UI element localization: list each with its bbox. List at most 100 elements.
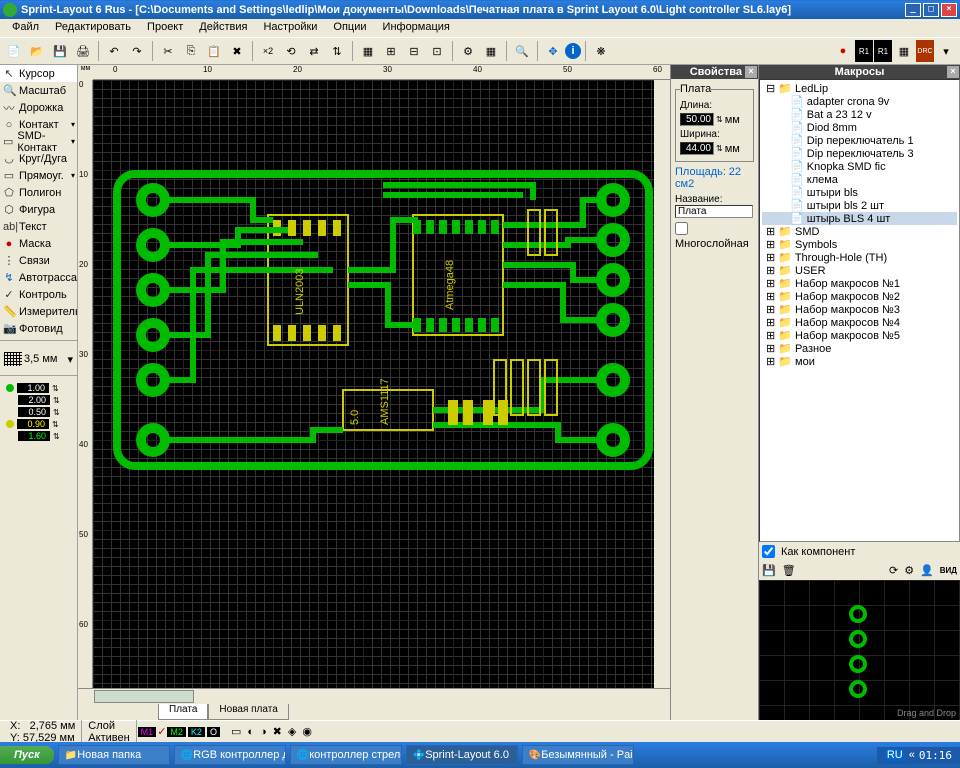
copy-icon[interactable]: ⎘ — [180, 40, 202, 62]
tool-Связи[interactable]: ⋮Связи — [0, 252, 77, 269]
mirror-h-icon[interactable]: ⇄ — [303, 40, 325, 62]
tool-Контроль[interactable]: ✓Контроль — [0, 286, 77, 303]
via-shape-icon[interactable] — [6, 420, 14, 428]
multilayer-checkbox[interactable] — [675, 222, 688, 235]
menu-file[interactable]: Файл — [4, 19, 47, 37]
overlay-icon[interactable]: ▦ — [893, 40, 915, 62]
tool-icon[interactable]: ✖ — [273, 725, 282, 738]
paste-icon[interactable]: 📋 — [203, 40, 225, 62]
layer-k2[interactable]: K2 — [188, 727, 205, 737]
tool-Курсор[interactable]: ↖Курсор — [0, 65, 77, 82]
tool-Круг/Дуга[interactable]: ◡Круг/Дуга — [0, 150, 77, 167]
taskbar-item[interactable]: 💠 Sprint-Layout 6.0 — [406, 745, 518, 765]
x2-icon[interactable]: ×2 — [257, 40, 279, 62]
dropdown-icon[interactable]: ▾ — [935, 40, 957, 62]
drc-icon[interactable]: DRC — [916, 40, 934, 62]
mirror-v-icon[interactable]: ⇅ — [326, 40, 348, 62]
maximize-button[interactable]: □ — [923, 3, 939, 17]
tab-board-2[interactable]: Новая плата — [208, 704, 288, 720]
new-icon[interactable]: 📄 — [3, 40, 25, 62]
menu-actions[interactable]: Действия — [191, 19, 255, 37]
delete-icon[interactable]: 🗑 — [782, 564, 796, 577]
name-input[interactable] — [675, 205, 753, 218]
tool-SMD-Контакт[interactable]: ▭SMD-Контакт▾ — [0, 133, 77, 150]
scrollbar-horizontal[interactable] — [78, 688, 670, 704]
gear-icon[interactable]: ⚙ — [904, 564, 914, 577]
width-2[interactable]: 2.00 — [18, 395, 50, 405]
layer-m2[interactable]: M2 — [167, 727, 186, 737]
refresh-icon[interactable]: ⟳ — [889, 564, 898, 577]
cut-icon[interactable]: ✂ — [157, 40, 179, 62]
rotate-icon[interactable]: ⟲ — [280, 40, 302, 62]
search-icon[interactable]: 🔍 — [511, 40, 533, 62]
menu-edit[interactable]: Редактировать — [47, 19, 139, 37]
delete-icon[interactable]: ✖ — [226, 40, 248, 62]
move-icon[interactable]: ✥ — [542, 40, 564, 62]
start-button[interactable]: Пуск — [0, 746, 54, 764]
tool-icon[interactable]: ◑ — [260, 726, 267, 738]
taskbar-item[interactable]: 🌐 RGB контроллер для по... — [174, 745, 286, 765]
pcb-canvas[interactable]: ULN2003 Atmega48 AMS1117 5.0 — [93, 80, 654, 688]
record-icon[interactable]: ● — [832, 40, 854, 62]
as-component-checkbox[interactable] — [762, 545, 775, 558]
width-4[interactable]: 0.90 — [17, 419, 49, 429]
r1b-icon[interactable]: R1 — [874, 40, 892, 62]
width-1[interactable]: 1.00 — [17, 383, 49, 393]
snap-icon[interactable]: ⊞ — [380, 40, 402, 62]
tool-icon[interactable]: ◐ — [247, 726, 254, 738]
print-icon[interactable]: 🖨 — [72, 40, 94, 62]
grid-icon[interactable]: ▦ — [480, 40, 502, 62]
stepper-icon[interactable]: ⇅ — [52, 420, 59, 429]
tool-Текст[interactable]: ab|Текст — [0, 218, 77, 235]
tool-Масштаб[interactable]: 🔍Масштаб — [0, 82, 77, 99]
scrollbar-vertical[interactable] — [654, 80, 670, 688]
tool-Автотрасса[interactable]: ↯Автотрасса — [0, 269, 77, 286]
tool-Полигон[interactable]: ⬠Полигон — [0, 184, 77, 201]
layer-o[interactable]: О — [207, 727, 220, 737]
menu-options[interactable]: Опции — [325, 19, 374, 37]
group-icon[interactable]: ⊡ — [426, 40, 448, 62]
open-icon[interactable]: 📂 — [26, 40, 48, 62]
preferences-icon[interactable]: ❋ — [590, 40, 612, 62]
stepper-icon[interactable]: ⇅ — [53, 396, 60, 405]
tool-Дорожка[interactable]: 〰Дорожка — [0, 99, 77, 116]
menu-info[interactable]: Информация — [375, 19, 458, 37]
tool-Фигура[interactable]: ⬡Фигура — [0, 201, 77, 218]
r1-icon[interactable]: R1 — [855, 40, 873, 62]
tab-board-1[interactable]: Плата — [158, 704, 208, 720]
close-icon[interactable]: × — [745, 66, 757, 78]
save-icon[interactable]: 💾 — [49, 40, 71, 62]
layer-m1[interactable]: M1 — [138, 727, 157, 737]
gear-icon[interactable]: ⚙ — [457, 40, 479, 62]
tool-Маска[interactable]: ●Маска — [0, 235, 77, 252]
taskbar-item[interactable]: 📁 Новая папка — [58, 745, 170, 765]
width-5[interactable]: 1.60 — [18, 431, 50, 441]
pad-shape-icon[interactable] — [6, 384, 14, 392]
tool-icon[interactable]: ◉ — [302, 725, 312, 738]
remove-icon[interactable]: ⊟ — [403, 40, 425, 62]
menu-project[interactable]: Проект — [139, 19, 191, 37]
view-icon[interactable]: 👤 — [920, 564, 934, 577]
save-icon[interactable]: 💾 — [762, 564, 776, 577]
macros-tree[interactable]: ⊟ 📁 LedLip📄 adapter crona 9v📄 Bat a 23 1… — [759, 79, 960, 542]
menu-settings[interactable]: Настройки — [255, 19, 325, 37]
grid-dropdown-icon[interactable]: ▾ — [67, 353, 73, 366]
align-icon[interactable]: ▦ — [357, 40, 379, 62]
stepper-icon[interactable]: ⇅ — [53, 408, 60, 417]
width-input[interactable] — [680, 142, 714, 155]
taskbar-item[interactable]: 🎨 Безымянный - Paint — [522, 745, 634, 765]
tool-icon[interactable]: ▭ — [231, 725, 241, 738]
width-3[interactable]: 0.50 — [18, 407, 50, 417]
stepper-icon[interactable]: ⇅ — [52, 384, 59, 393]
undo-icon[interactable]: ↶ — [103, 40, 125, 62]
tool-Измеритель[interactable]: 📏Измеритель — [0, 303, 77, 320]
system-tray[interactable]: RU « 01:16 — [877, 747, 960, 764]
close-button[interactable]: × — [941, 3, 957, 17]
length-input[interactable] — [680, 113, 714, 126]
tool-icon[interactable]: ◈ — [288, 725, 296, 738]
stepper-icon[interactable]: ⇅ — [53, 432, 60, 441]
taskbar-item[interactable]: 🌐 контроллер стрелок и ... — [290, 745, 402, 765]
tool-Прямоуг.[interactable]: ▭Прямоуг.▾ — [0, 167, 77, 184]
tool-Фотовид[interactable]: 📷Фотовид — [0, 320, 77, 337]
close-icon[interactable]: × — [947, 66, 959, 78]
